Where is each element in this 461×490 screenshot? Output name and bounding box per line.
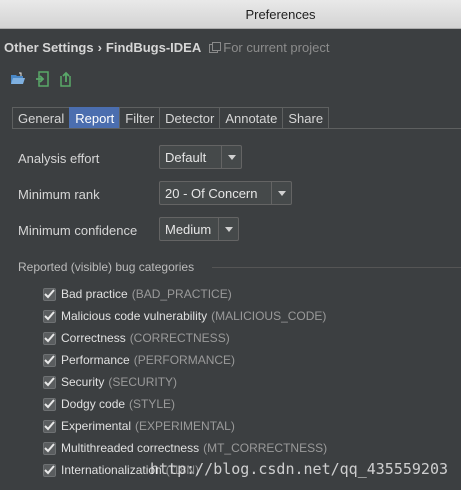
tab-report[interactable]: Report	[69, 107, 121, 129]
category-code: (EXPERIMENTAL)	[135, 419, 235, 433]
category-item[interactable]: Multithreaded correctness (MT_CORRECTNESS…	[43, 440, 327, 456]
analysis-effort-select[interactable]: Default	[159, 145, 242, 169]
category-name: Security	[61, 375, 105, 389]
minimum-rank-select[interactable]: 20 - Of Concern	[159, 181, 292, 205]
category-name: Internationalization	[61, 463, 162, 477]
category-code: (BAD_PRACTICE)	[131, 287, 232, 301]
tab-divider	[12, 128, 461, 129]
tab-share[interactable]: Share	[282, 107, 330, 129]
tab-annotate[interactable]: Annotate	[219, 107, 284, 129]
category-name: Dodgy code	[61, 397, 126, 411]
breadcrumb-page: FindBugs-IDEA	[105, 39, 202, 55]
tab-filter[interactable]: Filter	[119, 107, 161, 129]
category-checkbox[interactable]	[43, 331, 56, 345]
category-item[interactable]: Dodgy code (STYLE)	[43, 396, 175, 412]
category-name: Bad practice	[61, 287, 128, 301]
category-code: (STYLE)	[129, 397, 176, 411]
category-item[interactable]: Correctness (CORRECTNESS)	[43, 330, 230, 346]
category-item[interactable]: Security (SECURITY)	[43, 374, 177, 390]
minimum-rank-label: Minimum rank	[18, 186, 100, 202]
category-name: Multithreaded correctness	[61, 441, 200, 455]
watermark: http://blog.csdn.net/qq_435559203	[150, 460, 449, 478]
scope-label: For current project	[223, 39, 330, 55]
breadcrumb-separator: ›	[97, 39, 102, 55]
category-name: Performance	[61, 353, 130, 367]
category-item[interactable]: Experimental (EXPERIMENTAL)	[43, 418, 235, 434]
category-name: Experimental	[61, 419, 132, 433]
window-titlebar: Preferences	[0, 0, 461, 29]
toolbar	[10, 70, 74, 88]
minimum-confidence-row: Minimum confidence	[18, 221, 137, 239]
category-code: (CORRECTNESS)	[129, 331, 230, 345]
category-name: Malicious code vulnerability	[61, 309, 208, 323]
category-checkbox[interactable]	[43, 441, 56, 455]
breadcrumb-section: Other Settings	[4, 39, 94, 55]
category-code: (MT_CORRECTNESS)	[203, 441, 328, 455]
category-checkbox[interactable]	[43, 353, 56, 367]
category-item[interactable]: Malicious code vulnerability (MALICIOUS_C…	[43, 308, 326, 324]
open-folder-icon[interactable]	[10, 71, 26, 87]
minimum-confidence-select[interactable]: Medium	[159, 217, 239, 241]
category-name: Correctness	[61, 331, 126, 345]
categories-section-title: Reported (visible) bug categories	[18, 260, 195, 274]
category-item[interactable]: Bad practice (BAD_PRACTICE)	[43, 286, 232, 302]
category-checkbox[interactable]	[43, 287, 56, 301]
section-divider	[212, 267, 461, 268]
analysis-effort-row: Analysis effort	[18, 149, 99, 167]
breadcrumb: Other Settings › FindBugs-IDEA For curre…	[4, 38, 329, 56]
category-checkbox[interactable]	[43, 309, 56, 323]
window-title: Preferences	[245, 6, 316, 22]
category-checkbox[interactable]	[43, 419, 56, 433]
minimum-rank-row: Minimum rank	[18, 185, 100, 203]
minimum-confidence-label: Minimum confidence	[18, 222, 138, 238]
project-scope-icon	[209, 42, 222, 53]
category-checkbox[interactable]	[43, 397, 56, 411]
category-checkbox[interactable]	[43, 463, 56, 477]
tab-bar: General Report Filter Detector Annotate …	[12, 107, 330, 129]
analysis-effort-label: Analysis effort	[18, 150, 100, 166]
category-code: (PERFORMANCE)	[133, 353, 236, 367]
tab-detector[interactable]: Detector	[159, 107, 221, 129]
export-icon[interactable]	[58, 71, 74, 87]
category-item[interactable]: Performance (PERFORMANCE)	[43, 352, 235, 368]
chevron-down-icon	[218, 218, 238, 240]
import-icon[interactable]	[34, 71, 50, 87]
category-code: (SECURITY)	[108, 375, 178, 389]
tab-general[interactable]: General	[12, 107, 71, 129]
analysis-effort-value: Default	[165, 149, 207, 165]
category-code: (MALICIOUS_CODE)	[211, 309, 327, 323]
chevron-down-icon	[221, 146, 241, 168]
minimum-rank-value: 20 - Of Concern	[165, 185, 258, 201]
chevron-down-icon	[271, 182, 291, 204]
minimum-confidence-value: Medium	[165, 221, 212, 237]
category-checkbox[interactable]	[43, 375, 56, 389]
